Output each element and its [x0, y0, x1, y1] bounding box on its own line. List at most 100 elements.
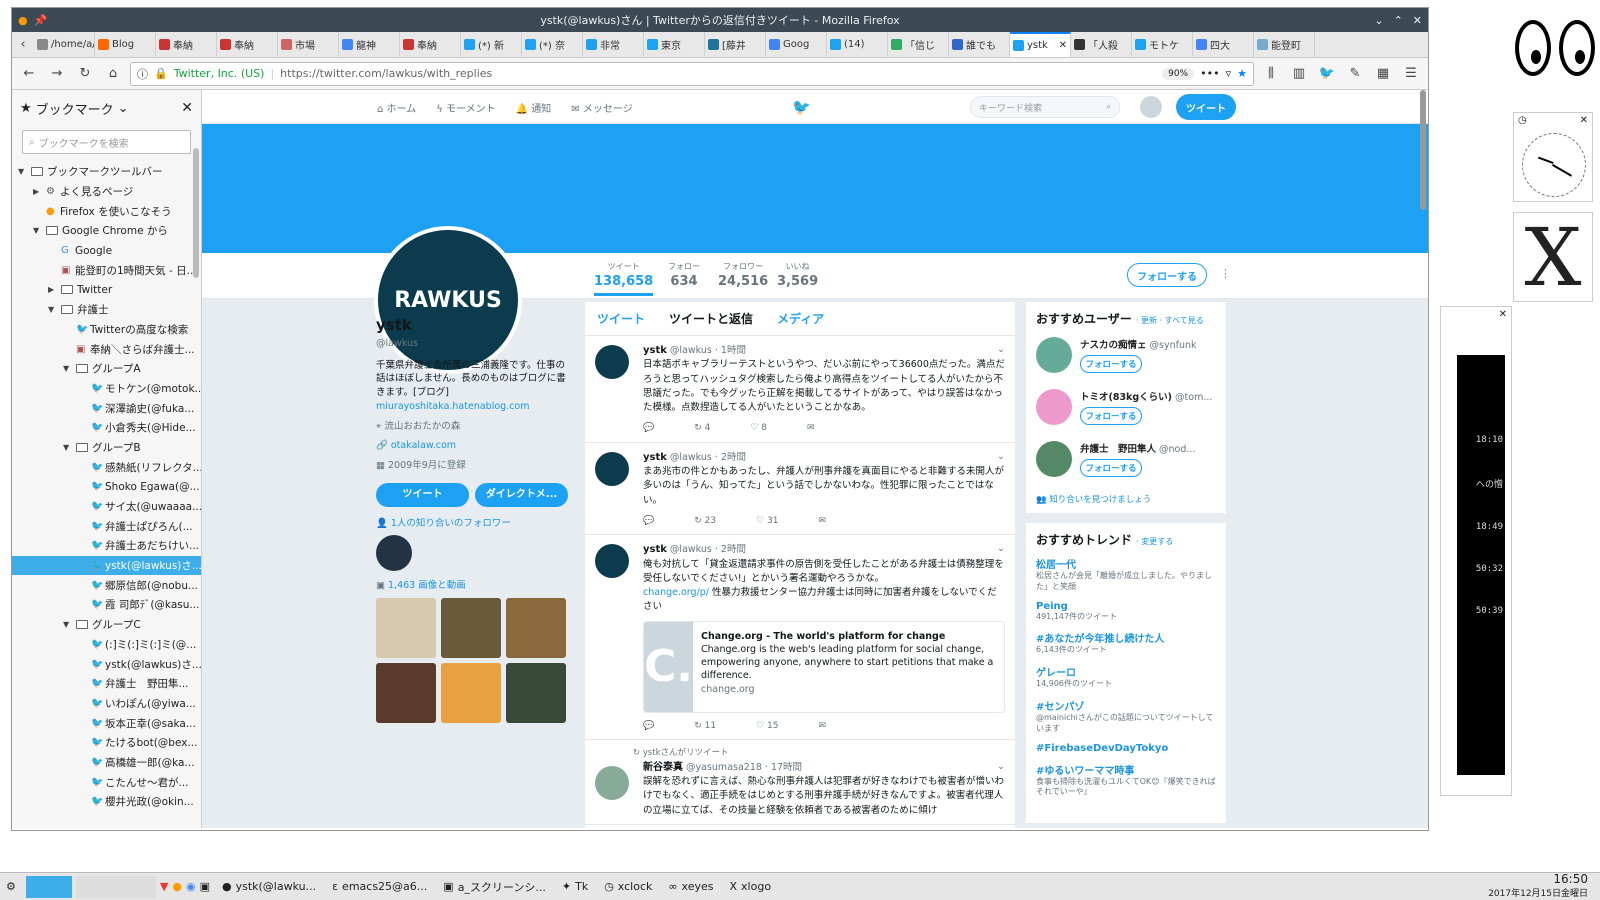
tweet-author[interactable]: ystk	[643, 345, 667, 356]
taskbar-item[interactable]: ε emacs25@a6...	[324, 875, 435, 899]
follow-button[interactable]: フォローする	[1127, 263, 1207, 287]
avatar[interactable]	[1036, 337, 1072, 373]
tab-media[interactable]: メディア	[777, 310, 824, 327]
tab-15[interactable]: 誰でも	[949, 32, 1010, 57]
site-link[interactable]: otakalaw.com	[391, 440, 456, 451]
vivaldi-icon[interactable]: ▼	[160, 880, 168, 893]
desktop-pager-2[interactable]	[75, 875, 156, 898]
bookmark-item[interactable]: ▼ 弁護士	[12, 300, 201, 320]
follow-button[interactable]: フォローする	[1080, 355, 1142, 373]
url-bar[interactable]: ⓘ 🔒 Twitter, Inc. (US) | https://twitter…	[130, 61, 1254, 86]
tab-17[interactable]: 「人殺	[1071, 32, 1132, 57]
taskbar-item[interactable]: ∞ xeyes	[660, 875, 721, 899]
stat-3[interactable]: いいね 3,569	[777, 261, 818, 289]
bookmark-item[interactable]: 🐦 サイ太(@uwaaaa...	[12, 497, 201, 517]
bookmark-item[interactable]: 🐦 弁護士あだちけい...	[12, 536, 201, 556]
bookmark-item[interactable]: 🐦 弁護士ぱぴろん(...	[12, 516, 201, 536]
trend-item[interactable]: #あなたが今年推し続けた人 6,143件のツイート	[1036, 630, 1216, 656]
nav-home[interactable]: ⌂ ホーム	[377, 100, 416, 115]
user-name[interactable]: トミオ(83kgくらい)	[1080, 392, 1172, 403]
stat-0[interactable]: ツイート 138,658	[594, 261, 654, 296]
home-icon[interactable]: ⌂	[102, 63, 124, 85]
twitter-search-input[interactable]: キーワード検索 ⌕	[970, 96, 1120, 118]
tweet-author[interactable]: ystk	[643, 544, 667, 555]
bookmark-item[interactable]: ▼ グループC	[12, 615, 201, 635]
tweet[interactable]: ↻ ystkさんがリツイート 新谷泰真 @yasumasa218 · 17時間 ⌄ 誤…	[585, 740, 1015, 825]
library-icon[interactable]: ⫼	[1260, 63, 1282, 85]
trend-item[interactable]: #ゆるいワーママ時事 食事も掃除も洗濯もユルくてOK😊『爆笑できればそれでいーや』	[1036, 762, 1216, 799]
bookmark-item[interactable]: ▶ ⚙ よく見るページ	[12, 182, 201, 202]
reload-icon[interactable]: ↻	[74, 63, 96, 85]
info-icon[interactable]: ⓘ	[137, 66, 148, 82]
like-icon[interactable]: ♡ 8	[750, 422, 767, 436]
zoom-level[interactable]: 90%	[1162, 67, 1195, 80]
bookmark-item[interactable]: 🐦 ystk(@lawkus)さ...	[12, 555, 201, 576]
taskbar-item[interactable]: ✦ Tk	[554, 875, 596, 899]
tab-10[interactable]: 東京	[644, 32, 705, 57]
trend-item[interactable]: Peing 491,147件のツイート	[1036, 601, 1216, 623]
terminal-icon[interactable]: ▣	[200, 880, 210, 893]
bookmark-item[interactable]: 🐦 (:]ミ(:]ミ(:]ミ(@...	[12, 635, 201, 655]
tab-11[interactable]: [藤井	[705, 32, 766, 57]
grid-icon[interactable]: ▦	[1372, 63, 1394, 85]
chrome-icon[interactable]: ◉	[186, 880, 196, 893]
like-icon[interactable]: ♡ 15	[756, 720, 778, 734]
media-thumbnail[interactable]	[506, 598, 566, 659]
start-icon[interactable]: ⚙	[6, 880, 16, 893]
tab-0[interactable]: /home/a/	[34, 32, 95, 57]
nav-notifications[interactable]: 🔔 通知	[516, 100, 552, 115]
bookmark-item[interactable]: 🐦 Shoko Egawa(@...	[12, 477, 201, 497]
bookmark-item[interactable]: 🐦 高橋雄一郎(@ka...	[12, 753, 201, 773]
known-followers-link[interactable]: 1人の知り合いのフォロワー	[391, 518, 511, 529]
chevron-down-icon[interactable]: ⌄	[997, 343, 1005, 357]
tweet-link[interactable]: change.org/p/	[643, 587, 709, 598]
twitter-logo-icon[interactable]: 🐦	[792, 98, 811, 116]
user-name[interactable]: ナスカの痴情ェ	[1080, 340, 1147, 351]
chevron-down-icon[interactable]: ⌄	[1374, 14, 1383, 27]
media-thumbnail[interactable]	[506, 663, 566, 724]
expand-arrow-icon[interactable]: ▶	[33, 187, 42, 196]
close-tab-icon[interactable]: ✕	[1059, 40, 1067, 51]
expand-arrow-icon[interactable]: ▼	[63, 620, 72, 629]
bookmark-item[interactable]: ▣ 能登町の1時間天気 - 日...	[12, 260, 201, 280]
more-icon[interactable]: ⋮	[1220, 267, 1231, 280]
tab-16[interactable]: ystk ✕	[1010, 32, 1071, 57]
find-friends-link[interactable]: 👥 知り合いを見つけましょう	[1036, 493, 1216, 505]
tweet[interactable]: ystk @lawkus · 1時間 ⌄ 日本語ボキャブラリーテストというやつ、だい…	[585, 336, 1015, 443]
tweet-avatar[interactable]	[595, 544, 629, 579]
profile-tweet-button[interactable]: ツイート	[376, 482, 469, 507]
tweet-avatar[interactable]	[595, 766, 629, 800]
tab-14[interactable]: 「信じ	[888, 32, 949, 57]
expand-arrow-icon[interactable]: ▶	[48, 285, 57, 294]
media-link[interactable]: 1,463 画像と動画	[388, 580, 466, 591]
bookmark-item[interactable]: 🐦 坂本正幸(@saka...	[12, 713, 201, 733]
reply-icon[interactable]: 💬	[643, 515, 654, 529]
close-icon[interactable]: ✕	[1580, 115, 1588, 126]
bookmark-item[interactable]: 🐦 こたんせ～君が...	[12, 772, 201, 792]
tab-8[interactable]: (*) 奈	[522, 32, 583, 57]
clock-time[interactable]: 16:50	[1488, 873, 1588, 886]
close-icon[interactable]: ✕	[1499, 309, 1507, 320]
tab-12[interactable]: Goog	[766, 32, 827, 57]
tweet[interactable]: ystk @lawkus · 2時間 ⌄ まあ兆市の件とかもあったし、弁護人が刑事弁…	[585, 443, 1015, 536]
bookmark-item[interactable]: G Google	[12, 241, 201, 261]
tweet-author[interactable]: 新谷泰真	[643, 762, 683, 773]
trend-item[interactable]: #FirebaseDevDayTokyo	[1036, 743, 1216, 754]
bookmark-item[interactable]: 🐦 霞 司郎ﾃﾞ(@kasu...	[12, 595, 201, 615]
user-name[interactable]: 弁護士 野田隼人	[1080, 444, 1156, 455]
close-sidebar-icon[interactable]: ✕	[181, 100, 193, 116]
tab-1[interactable]: Blog	[95, 32, 156, 57]
firefox-icon[interactable]: ●	[172, 880, 182, 893]
stat-2[interactable]: フォロワー 24,516	[718, 261, 768, 289]
tab-9[interactable]: 非常	[583, 32, 644, 57]
message-icon[interactable]: ✉	[818, 515, 826, 529]
tweet[interactable]: ystk @lawkus · 2時間 ⌄ 俺も対抗して「貸金返還請求事件の原告側を受…	[585, 535, 1015, 740]
link-card[interactable]: C. Change.org - The world's platform for …	[643, 620, 1005, 713]
follow-button[interactable]: フォローする	[1080, 407, 1142, 425]
close-icon[interactable]: ✕	[1413, 14, 1422, 27]
profile-name[interactable]: ystk	[376, 315, 572, 337]
bookmark-item[interactable]: ▣ 奉納＼さらば弁護士...	[12, 339, 201, 359]
star-icon[interactable]: ★	[1237, 67, 1247, 80]
tweet-author[interactable]: ystk	[643, 452, 667, 463]
bookmark-item[interactable]: ● Firefox を使いこなそう	[12, 201, 201, 221]
